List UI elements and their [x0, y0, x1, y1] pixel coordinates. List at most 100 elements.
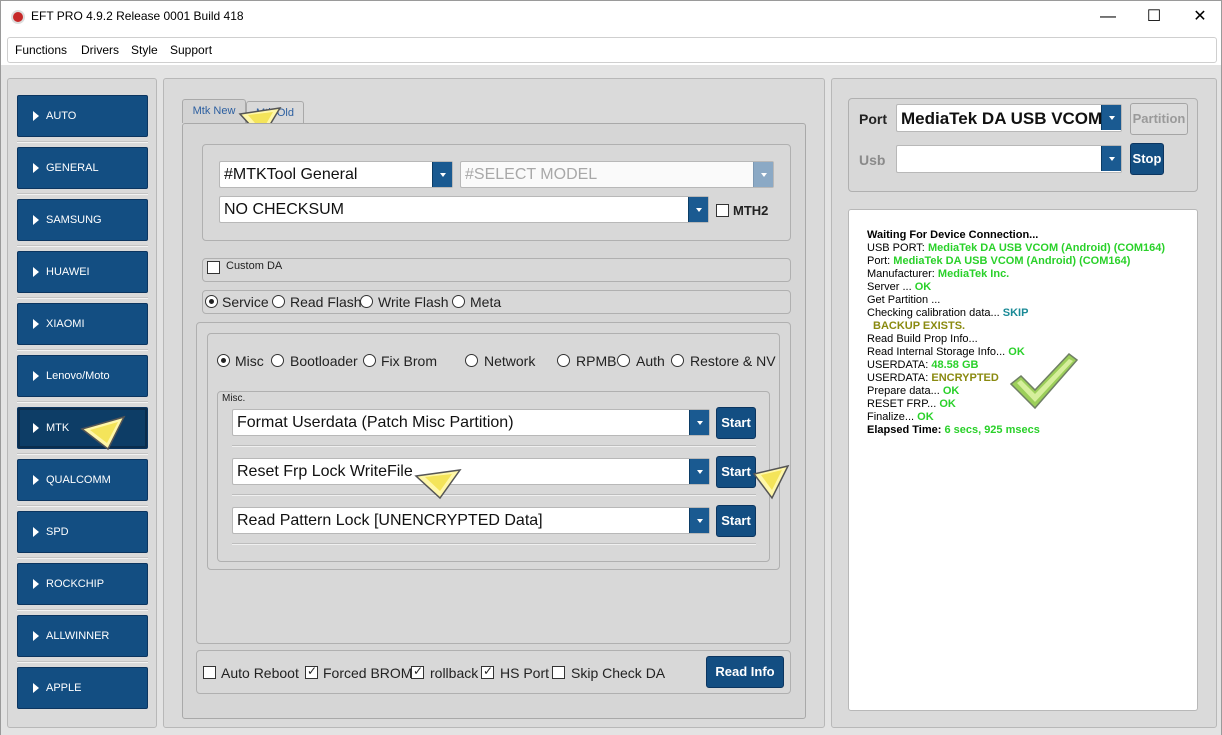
log-key: Manufacturer:	[867, 268, 938, 280]
chevron-down-icon[interactable]	[753, 162, 773, 187]
model-group: #MTKTool General #SELECT MODEL NO CHECKS…	[202, 144, 791, 241]
read-info-button[interactable]: Read Info	[706, 656, 784, 688]
chevron-down-icon[interactable]	[689, 459, 709, 484]
log-key: RESET FRP...	[867, 398, 940, 410]
close-button[interactable]: ✕	[1177, 1, 1222, 33]
misc-action-select-1[interactable]: Format Userdata (Patch Misc Partition)	[232, 409, 710, 436]
caret-right-icon	[33, 579, 39, 589]
log-value: OK	[939, 398, 956, 410]
radio-restore-nv[interactable]	[671, 354, 684, 367]
radio-rpmb[interactable]	[557, 354, 570, 367]
sidebar-item-auto[interactable]: AUTO	[17, 95, 148, 137]
radio-misc[interactable]	[217, 354, 230, 367]
chevron-down-icon[interactable]	[689, 508, 709, 533]
caret-right-icon	[33, 683, 39, 693]
radio-meta[interactable]	[452, 295, 465, 308]
chevron-down-icon[interactable]	[689, 410, 709, 435]
misc-action-select-2[interactable]: Reset Frp Lock WriteFile	[232, 458, 710, 485]
caret-right-icon	[33, 111, 39, 121]
log-value: OK	[914, 281, 932, 293]
skip-check-da-checkbox[interactable]	[552, 666, 565, 679]
chevron-down-icon[interactable]	[688, 197, 708, 222]
tab-mtk-new[interactable]: Mtk New	[182, 99, 246, 123]
radio-fix-brom[interactable]	[363, 354, 376, 367]
radio-service[interactable]	[205, 295, 218, 308]
chevron-down-icon[interactable]	[1101, 105, 1121, 130]
sidebar-item-samsung[interactable]: SAMSUNG	[17, 199, 148, 241]
start-button-3[interactable]: Start	[716, 505, 756, 537]
sidebar-item-qualcomm[interactable]: QUALCOMM	[17, 459, 148, 501]
sidebar-item-huawei[interactable]: HUAWEI	[17, 251, 148, 293]
chevron-down-icon[interactable]	[432, 162, 452, 187]
log-value: OK	[917, 411, 934, 423]
hs-port-checkbox[interactable]	[481, 664, 494, 679]
log-value: MediaTek DA USB VCOM (Android) (COM164)	[927, 242, 1166, 254]
partition-button[interactable]: Partition	[1130, 103, 1188, 135]
sidebar-item-label: APPLE	[46, 682, 82, 694]
stop-button[interactable]: Stop	[1130, 143, 1164, 175]
rollback-checkbox[interactable]	[411, 664, 424, 679]
log-line: USERDATA: 48.58 GB	[867, 359, 978, 372]
log-line: Waiting For Device Connection...	[867, 229, 1038, 242]
menu-functions[interactable]: Functions	[15, 43, 67, 57]
log-line: USB PORT: MediaTek DA USB VCOM (Android)…	[867, 242, 1165, 255]
usb-select[interactable]	[896, 145, 1122, 173]
forced-brom-checkbox[interactable]	[305, 664, 318, 679]
client-area: AUTO GENERAL SAMSUNG HUAWEI XIAOMI Lenov…	[1, 65, 1221, 735]
chevron-down-icon[interactable]	[1101, 146, 1121, 171]
radio-auth[interactable]	[617, 354, 630, 367]
service-options-group: Misc Bootloader Fix Brom Network RPMB Au…	[207, 333, 790, 570]
misc-action-value: Read Pattern Lock [UNENCRYPTED Data]	[237, 512, 543, 529]
port-select[interactable]: MediaTek DA USB VCOM	[896, 104, 1122, 132]
sidebar-item-allwinner[interactable]: ALLWINNER	[17, 615, 148, 657]
radio-service-label: Service	[222, 294, 269, 310]
log-key: USERDATA:	[867, 359, 932, 371]
maximize-button[interactable]: ☐	[1131, 1, 1177, 33]
log-value: SKIP	[1002, 307, 1029, 319]
custom-da-checkbox[interactable]	[207, 261, 220, 274]
caret-right-icon	[33, 423, 39, 433]
usb-label: Usb	[859, 152, 886, 168]
divider	[17, 505, 148, 507]
mth2-checkbox[interactable]	[716, 204, 729, 217]
menu-bar: Functions Drivers Style Support	[7, 37, 1217, 63]
divider	[17, 245, 148, 247]
radio-write-flash[interactable]	[360, 295, 373, 308]
misc-action-select-3[interactable]: Read Pattern Lock [UNENCRYPTED Data]	[232, 507, 710, 534]
radio-network[interactable]	[465, 354, 478, 367]
menu-drivers[interactable]: Drivers	[81, 43, 119, 57]
auto-reboot-checkbox[interactable]	[203, 666, 216, 679]
start-button-2[interactable]: Start	[716, 456, 756, 488]
sidebar-item-xiaomi[interactable]: XIAOMI	[17, 303, 148, 345]
minimize-button[interactable]: —	[1085, 1, 1131, 33]
sidebar-item-label: ALLWINNER	[46, 630, 110, 642]
log-value: BACKUP EXISTS.	[873, 320, 966, 332]
bottom-options-group: Auto Reboot Forced BROM rollback HS Port…	[196, 650, 791, 694]
log-line: Read Internal Storage Info... OK	[867, 346, 1025, 359]
sidebar-item-label: ROCKCHIP	[46, 578, 105, 590]
sidebar-item-label: HUAWEI	[46, 266, 90, 278]
radio-read-flash-label: Read Flash	[290, 294, 362, 310]
menu-style[interactable]: Style	[131, 43, 158, 57]
brand-sidebar: AUTO GENERAL SAMSUNG HUAWEI XIAOMI Lenov…	[7, 78, 157, 728]
model-select[interactable]: #SELECT MODEL	[460, 161, 774, 188]
sidebar-item-rockchip[interactable]: ROCKCHIP	[17, 563, 148, 605]
radio-rpmb-label: RPMB	[576, 353, 617, 369]
divider	[17, 557, 148, 559]
log-key: Checking calibration data...	[867, 307, 1003, 319]
divider	[17, 141, 148, 143]
radio-bootloader[interactable]	[271, 354, 284, 367]
divider	[17, 453, 148, 455]
sidebar-item-apple[interactable]: APPLE	[17, 667, 148, 709]
radio-network-label: Network	[484, 353, 536, 369]
custom-da-label: Custom DA	[226, 260, 283, 272]
start-button-1[interactable]: Start	[716, 407, 756, 439]
log-key: Get Partition ...	[867, 294, 941, 306]
radio-read-flash[interactable]	[272, 295, 285, 308]
sidebar-item-lenovo-moto[interactable]: Lenovo/Moto	[17, 355, 148, 397]
menu-support[interactable]: Support	[170, 43, 212, 57]
checksum-select[interactable]: NO CHECKSUM	[219, 196, 709, 223]
tool-select[interactable]: #MTKTool General	[219, 161, 453, 188]
sidebar-item-spd[interactable]: SPD	[17, 511, 148, 553]
sidebar-item-general[interactable]: GENERAL	[17, 147, 148, 189]
